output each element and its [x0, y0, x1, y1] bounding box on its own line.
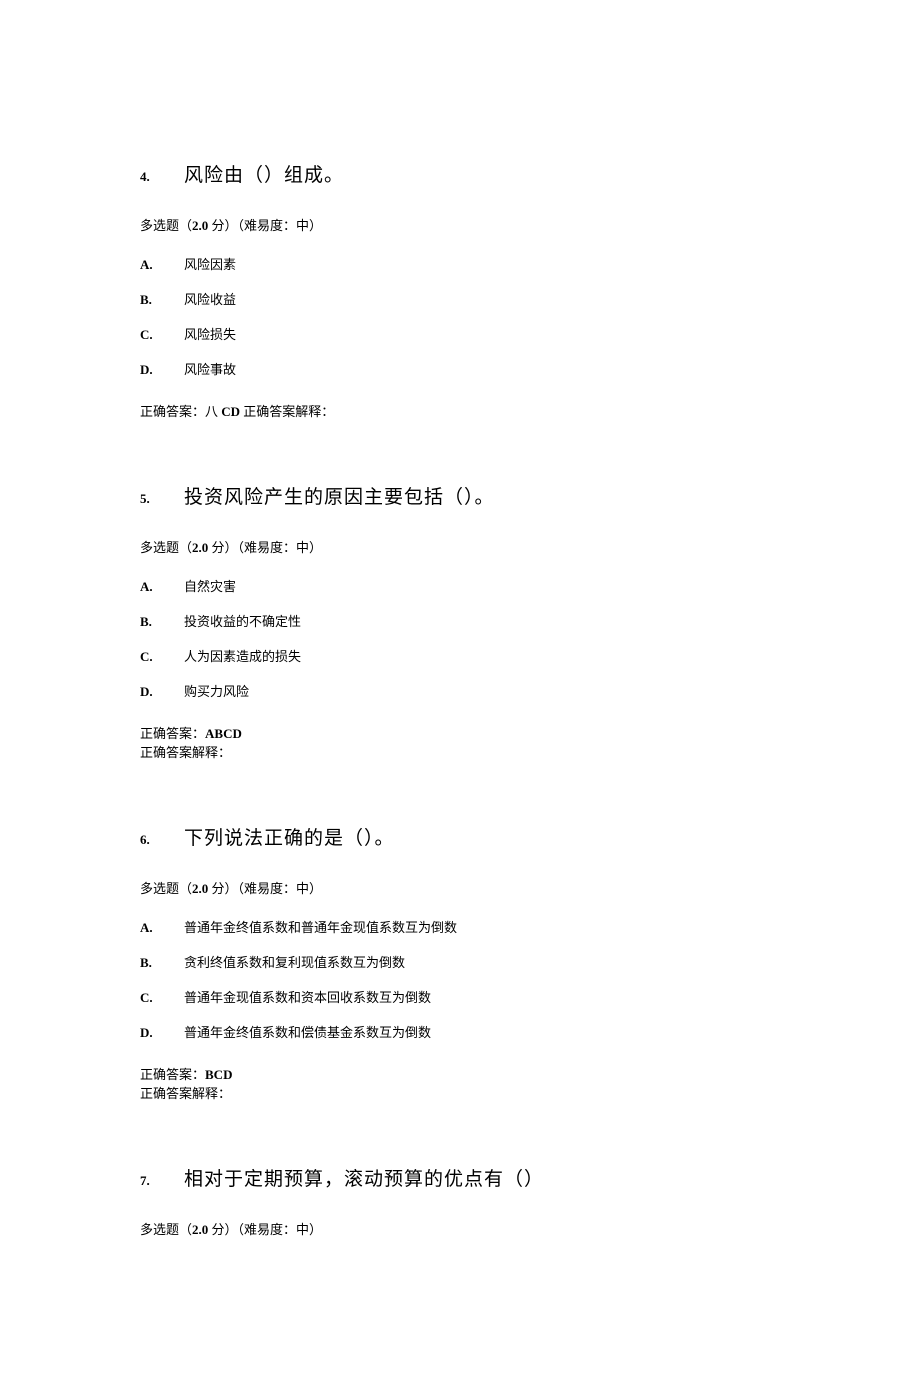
option-row: A. 普通年金终值系数和普通年金现值系数互为倒数	[140, 917, 780, 936]
question-header: 4. 风险由（）组成。	[140, 160, 780, 187]
option-letter: C.	[140, 327, 184, 343]
option-row: A. 风险因素	[140, 254, 780, 273]
option-row: D. 购买力风险	[140, 681, 780, 700]
answer-value: ABCD	[205, 726, 242, 741]
option-letter: A.	[140, 257, 184, 273]
question-title: 投资风险产生的原因主要包括（）。	[184, 482, 495, 509]
meta-prefix: 多选题（	[140, 218, 192, 233]
option-row: C. 普通年金现值系数和资本回收系数互为倒数	[140, 987, 780, 1006]
answer-explain-label: 正确答案解释：	[140, 743, 780, 763]
option-letter: C.	[140, 990, 184, 1006]
answer-explain-label: 正确答案解释：	[140, 1084, 780, 1104]
option-text: 风险事故	[184, 359, 236, 378]
question-5: 5. 投资风险产生的原因主要包括（）。 多选题（2.0 分）（难易度：中） A.…	[140, 482, 780, 763]
question-4: 4. 风险由（）组成。 多选题（2.0 分）（难易度：中） A. 风险因素 B.…	[140, 160, 780, 422]
meta-suffix: 分）（难易度：中）	[208, 540, 322, 555]
document-page: 4. 风险由（）组成。 多选题（2.0 分）（难易度：中） A. 风险因素 B.…	[0, 0, 920, 1398]
option-row: D. 风险事故	[140, 359, 780, 378]
option-row: D. 普通年金终值系数和偿债基金系数互为倒数	[140, 1022, 780, 1041]
question-6: 6. 下列说法正确的是（）。 多选题（2.0 分）（难易度：中） A. 普通年金…	[140, 823, 780, 1104]
answer-block: 正确答案：八 CD 正确答案解释：	[140, 402, 780, 422]
question-number: 4.	[140, 169, 184, 185]
question-number: 7.	[140, 1173, 184, 1189]
option-row: B. 投资收益的不确定性	[140, 611, 780, 630]
question-meta: 多选题（2.0 分）（难易度：中）	[140, 215, 780, 234]
question-meta: 多选题（2.0 分）（难易度：中）	[140, 1219, 780, 1238]
option-text: 人为因素造成的损失	[184, 646, 301, 665]
question-7: 7. 相对于定期预算，滚动预算的优点有（） 多选题（2.0 分）（难易度：中）	[140, 1164, 780, 1238]
option-letter: C.	[140, 649, 184, 665]
meta-suffix: 分）（难易度：中）	[208, 218, 322, 233]
meta-prefix: 多选题（	[140, 1222, 192, 1237]
answer-suffix: 正确答案解释：	[240, 404, 334, 419]
answer-prefix: 正确答案：	[140, 1067, 205, 1082]
meta-score: 2.0	[192, 881, 208, 896]
option-letter: B.	[140, 614, 184, 630]
question-number: 5.	[140, 491, 184, 507]
question-meta: 多选题（2.0 分）（难易度：中）	[140, 537, 780, 556]
option-row: B. 风险收益	[140, 289, 780, 308]
question-number: 6.	[140, 832, 184, 848]
option-text: 购买力风险	[184, 681, 249, 700]
option-text: 风险因素	[184, 254, 236, 273]
meta-score: 2.0	[192, 218, 208, 233]
option-letter: D.	[140, 684, 184, 700]
option-row: C. 风险损失	[140, 324, 780, 343]
meta-score: 2.0	[192, 540, 208, 555]
question-header: 6. 下列说法正确的是（）。	[140, 823, 780, 850]
option-text: 风险损失	[184, 324, 236, 343]
option-text: 贪利终值系数和复利现值系数互为倒数	[184, 952, 405, 971]
option-text: 普通年金终值系数和偿债基金系数互为倒数	[184, 1022, 431, 1041]
option-letter: D.	[140, 362, 184, 378]
question-title: 下列说法正确的是（）。	[184, 823, 395, 850]
option-text: 普通年金现值系数和资本回收系数互为倒数	[184, 987, 431, 1006]
question-header: 7. 相对于定期预算，滚动预算的优点有（）	[140, 1164, 780, 1191]
meta-prefix: 多选题（	[140, 540, 192, 555]
answer-value: CD	[221, 404, 240, 419]
option-text: 风险收益	[184, 289, 236, 308]
answer-block: 正确答案：ABCD 正确答案解释：	[140, 724, 780, 763]
option-letter: D.	[140, 1025, 184, 1041]
answer-prefix: 正确答案：	[140, 726, 205, 741]
question-meta: 多选题（2.0 分）（难易度：中）	[140, 878, 780, 897]
option-letter: B.	[140, 955, 184, 971]
option-text: 普通年金终值系数和普通年金现值系数互为倒数	[184, 917, 457, 936]
question-header: 5. 投资风险产生的原因主要包括（）。	[140, 482, 780, 509]
meta-prefix: 多选题（	[140, 881, 192, 896]
option-row: A. 自然灾害	[140, 576, 780, 595]
option-letter: A.	[140, 579, 184, 595]
option-row: C. 人为因素造成的损失	[140, 646, 780, 665]
option-text: 自然灾害	[184, 576, 236, 595]
meta-suffix: 分）（难易度：中）	[208, 1222, 322, 1237]
option-letter: A.	[140, 920, 184, 936]
answer-prefix: 正确答案：八	[140, 404, 221, 419]
meta-suffix: 分）（难易度：中）	[208, 881, 322, 896]
option-text: 投资收益的不确定性	[184, 611, 301, 630]
question-title: 风险由（）组成。	[184, 160, 344, 187]
meta-score: 2.0	[192, 1222, 208, 1237]
question-title: 相对于定期预算，滚动预算的优点有（）	[184, 1164, 544, 1191]
option-row: B. 贪利终值系数和复利现值系数互为倒数	[140, 952, 780, 971]
answer-block: 正确答案：BCD 正确答案解释：	[140, 1065, 780, 1104]
option-letter: B.	[140, 292, 184, 308]
answer-value: BCD	[205, 1067, 232, 1082]
